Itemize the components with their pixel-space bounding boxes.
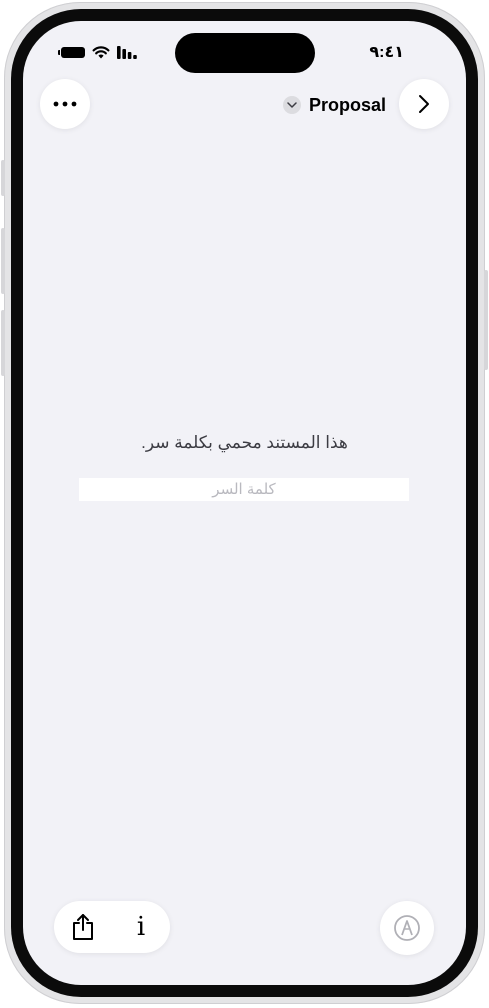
screen: ٩:٤١ Proposal هذا المستند محمي بكلمة سر. [23,21,466,985]
password-input[interactable] [79,478,409,501]
share-icon [73,914,93,940]
markup-button[interactable] [380,901,434,955]
document-title-menu[interactable]: Proposal [282,93,386,117]
side-button [484,270,488,370]
dynamic-island [175,33,315,73]
more-options-button[interactable] [40,79,90,129]
info-button[interactable]: i [112,901,170,953]
status-icons [58,43,139,61]
bottom-toolbar: i [54,901,170,953]
navigate-forward-button[interactable] [399,79,449,129]
ellipsis-icon [53,101,77,107]
share-button[interactable] [54,901,112,953]
markup-pen-icon [394,915,420,941]
volume-down-button [1,310,5,376]
action-button [1,160,5,196]
volume-up-button [1,228,5,294]
status-time: ٩:٤١ [369,44,404,61]
cellular-signal-icon [117,46,137,59]
battery-icon [58,46,85,58]
password-protected-message: هذا المستند محمي بكلمة سر. [141,433,348,452]
document-title: Proposal [308,94,386,115]
chevron-right-icon [419,95,429,113]
info-icon: i [136,912,146,942]
wifi-icon [92,46,110,59]
chevron-down-icon [282,96,301,114]
